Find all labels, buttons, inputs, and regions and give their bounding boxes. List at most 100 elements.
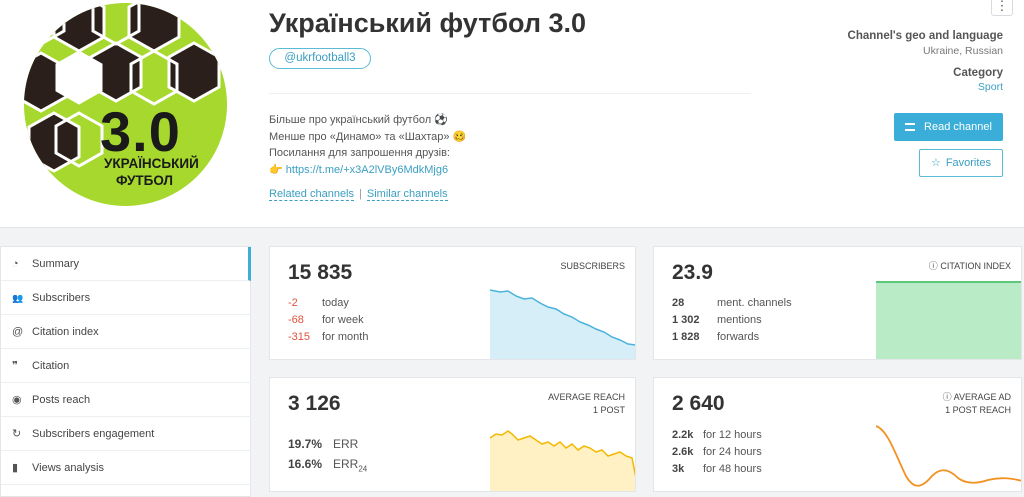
stat-row: 28 ment. channels bbox=[672, 297, 792, 309]
sidebar-item-label: Views analysis bbox=[32, 462, 104, 474]
citation-sparkline bbox=[876, 281, 1021, 359]
pointing-hand-icon: 👉 bbox=[269, 163, 283, 176]
stat-value: 2.2k bbox=[672, 429, 694, 441]
stat-value: -68 bbox=[288, 314, 304, 326]
eye-icon: ◉ bbox=[12, 394, 22, 406]
stat-value: 1 828 bbox=[672, 331, 700, 343]
citation-index-card[interactable]: 23.9 ⓘ CITATION INDEX 28 ment. channels 1… bbox=[653, 246, 1022, 360]
sidebar-item-citation-index[interactable]: @ Citation index bbox=[1, 315, 251, 349]
subscribers-count: 15 835 bbox=[288, 261, 353, 284]
favorites-label: Favorites bbox=[945, 157, 992, 169]
sidebar-item-label: Summary bbox=[32, 258, 80, 270]
card-label: ⓘ AVERAGE AD 1 POST REACH bbox=[943, 391, 1011, 417]
stat-label: ment. channels bbox=[717, 297, 792, 309]
invite-row: 👉 https://t.me/+x3A2lVBy6MdkMjg6 bbox=[269, 162, 466, 179]
sidebar-item-summary[interactable]: ◔ Summary bbox=[1, 247, 251, 281]
category-link[interactable]: Sport bbox=[978, 81, 1003, 93]
sidebar-item-subscribers-engagement[interactable]: ↻ Subscribers engagement bbox=[1, 417, 251, 451]
geo-value: Ukraine, Russian bbox=[923, 45, 1003, 57]
invite-link[interactable]: https://t.me/+x3A2lVBy6MdkMjg6 bbox=[286, 164, 448, 176]
channel-handle[interactable]: @ukrfootball3 bbox=[269, 48, 371, 69]
card-label-line: 1 POST REACH bbox=[945, 405, 1011, 415]
at-icon: @ bbox=[12, 326, 24, 338]
link-separator: | bbox=[359, 188, 362, 200]
sidebar-item-subscribers[interactable]: 👥 Subscribers bbox=[1, 281, 251, 315]
category-heading: Category bbox=[953, 67, 1003, 79]
sidebar-item-posts-reach[interactable]: ◉ Posts reach bbox=[1, 383, 251, 417]
sidebar-item-label: Citation index bbox=[32, 326, 99, 338]
ad-reach-sparkline bbox=[876, 425, 1021, 487]
sidebar-item-label: Subscribers bbox=[32, 292, 91, 304]
stat-value: 1 302 bbox=[672, 314, 700, 326]
card-label-line: AVERAGE AD bbox=[953, 392, 1011, 402]
card-label-line: AVERAGE REACH bbox=[548, 392, 625, 402]
stat-row: 1 302 mentions bbox=[672, 314, 762, 326]
sidebar-item-label: Posts reach bbox=[32, 394, 91, 406]
stat-label: for 24 hours bbox=[703, 446, 762, 458]
quote-icon: ❞ bbox=[12, 360, 18, 372]
stat-label: ERR bbox=[333, 457, 359, 471]
related-channels-link[interactable]: Related channels bbox=[269, 188, 355, 201]
stat-value: 2.6k bbox=[672, 446, 694, 458]
stat-label: forwards bbox=[717, 331, 760, 343]
sidebar-item-label: Subscribers engagement bbox=[32, 428, 155, 440]
card-label-line: 1 POST bbox=[592, 405, 625, 415]
stat-row: 2.2k for 12 hours bbox=[672, 429, 762, 441]
card-label: SUBSCRIBERS bbox=[560, 261, 625, 271]
favorites-button[interactable]: ☆ Favorites bbox=[919, 149, 1003, 177]
stat-row: -2 today bbox=[288, 297, 349, 309]
divider bbox=[269, 93, 751, 94]
stat-row: 19.7% ERR bbox=[288, 437, 358, 451]
description-line: Менше про «Динамо» та «Шахтар» 🥴 bbox=[269, 130, 467, 143]
card-label: ⓘ CITATION INDEX bbox=[929, 260, 1011, 273]
card-label-text: CITATION INDEX bbox=[940, 261, 1011, 271]
sidebar-item-label: Citation bbox=[32, 360, 70, 372]
stat-value: 28 bbox=[672, 297, 685, 309]
logo-text-line1: УКРАЇНСЬКИЙ bbox=[104, 156, 199, 171]
stat-row: -315 for month bbox=[288, 331, 368, 343]
average-reach-card[interactable]: 3 126 AVERAGE REACH 1 POST 19.7% ERR 16.6%… bbox=[269, 377, 636, 492]
average-reach-value: 3 126 bbox=[288, 392, 341, 415]
citation-index-value: 23.9 bbox=[672, 261, 713, 284]
summary-icon: ◔ bbox=[12, 258, 19, 270]
stat-row: -68 for week bbox=[288, 314, 364, 326]
stat-row: 16.6% ERR24 bbox=[288, 457, 367, 473]
read-channel-button[interactable]: Read channel bbox=[894, 113, 1003, 141]
stat-label: today bbox=[322, 297, 349, 309]
stat-label: for 48 hours bbox=[703, 463, 762, 475]
sidebar-nav: ◔ Summary 👥 Subscribers @ Citation index… bbox=[0, 246, 251, 497]
stat-label: ERR bbox=[333, 437, 359, 451]
description-line: Посилання для запрошення друзів: bbox=[269, 147, 450, 159]
stat-label: mentions bbox=[717, 314, 762, 326]
channel-title: Український футбол 3.0 bbox=[269, 8, 587, 38]
info-icon: ⓘ bbox=[942, 392, 952, 402]
card-label: AVERAGE REACH 1 POST bbox=[548, 391, 625, 417]
logo-number: 3.0 bbox=[100, 100, 181, 163]
stat-label: for week bbox=[322, 314, 364, 326]
channel-avatar: 3.0 УКРАЇНСЬКИЙ ФУТБОЛ bbox=[24, 3, 227, 206]
subscribers-card[interactable]: 15 835 SUBSCRIBERS -2 today -68 for week -… bbox=[269, 246, 636, 360]
sidebar-item-views-analysis[interactable]: ▮ Views analysis bbox=[1, 451, 251, 485]
info-icon: ⓘ bbox=[928, 261, 938, 271]
stat-value: -2 bbox=[288, 297, 298, 309]
read-channel-label: Read channel bbox=[924, 121, 992, 133]
list-icon bbox=[905, 123, 916, 131]
subscribers-sparkline bbox=[490, 289, 635, 359]
channel-header: 3.0 УКРАЇНСЬКИЙ ФУТБОЛ Український футбо… bbox=[0, 0, 1024, 228]
sidebar-item-citation[interactable]: ❞ Citation bbox=[1, 349, 251, 383]
logo-text-line2: ФУТБОЛ bbox=[116, 173, 173, 188]
stat-row: 1 828 forwards bbox=[672, 331, 759, 343]
bars-icon: ▮ bbox=[12, 462, 19, 474]
stat-value: -315 bbox=[288, 331, 311, 343]
stat-subscript: 24 bbox=[358, 464, 368, 474]
users-icon: 👥 bbox=[12, 293, 24, 303]
average-ad-reach-card[interactable]: 2 640 ⓘ AVERAGE AD 1 POST REACH 2.2k for 1… bbox=[653, 377, 1022, 492]
stat-value: 3k bbox=[672, 463, 685, 475]
stat-label: for 12 hours bbox=[703, 429, 762, 441]
stat-value: 19.7% bbox=[288, 437, 323, 451]
description-line: Більше про український футбол ⚽ bbox=[269, 114, 448, 126]
channel-description: Більше про український футбол ⚽ Менше пр… bbox=[269, 112, 466, 178]
more-menu-icon[interactable]: ⋮ bbox=[991, 0, 1013, 16]
similar-channels-link[interactable]: Similar channels bbox=[366, 188, 448, 201]
star-icon: ☆ bbox=[930, 157, 941, 169]
